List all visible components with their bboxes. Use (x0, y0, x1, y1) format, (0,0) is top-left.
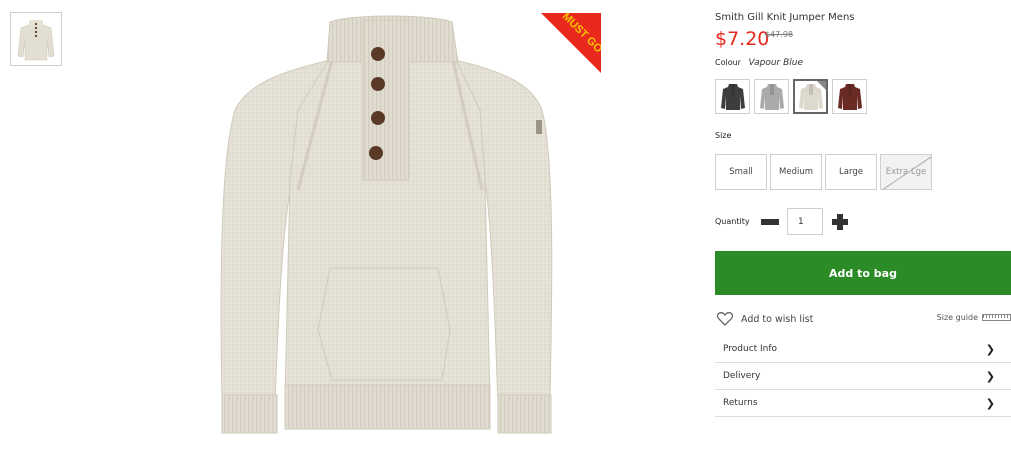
selected-corner-icon (817, 81, 826, 90)
quantity-increase-button[interactable] (832, 213, 848, 230)
add-to-wish-list[interactable]: Add to wish list (717, 312, 813, 326)
chevron-right-icon: ❯ (985, 369, 995, 383)
ruler-icon (982, 314, 1011, 321)
quantity-decrease-button[interactable] (761, 218, 779, 225)
product-thumbnail[interactable] (10, 12, 62, 66)
size-option-large[interactable]: Large (825, 154, 877, 190)
quantity-label: Quantity (715, 217, 750, 226)
size-option-medium[interactable]: Medium (770, 154, 822, 190)
colour-label: Colour (715, 58, 741, 67)
jumper-swatch-icon (837, 84, 862, 110)
size-options: Small Medium Large Extra Lge (715, 154, 932, 190)
quantity-input[interactable] (787, 208, 823, 235)
accordion-returns[interactable]: Returns ❯ (715, 390, 1011, 417)
must-go-badge: MUST GO (541, 13, 601, 73)
product-title: Smith Gill Knit Jumper Mens (715, 12, 855, 23)
size-guide-label: Size guide (936, 313, 978, 322)
colour-row: Colour Vapour Blue (715, 58, 803, 68)
size-option-small[interactable]: Small (715, 154, 767, 190)
colour-swatch-grey[interactable] (754, 79, 789, 114)
heart-icon (717, 312, 733, 326)
accordion-product-info[interactable]: Product Info ❯ (715, 336, 1011, 363)
product-price: $7.20 (715, 28, 770, 50)
accordion-label: Delivery (723, 371, 761, 381)
colour-swatch-cream[interactable] (793, 79, 828, 114)
chevron-right-icon: ❯ (985, 396, 995, 410)
add-to-bag-button[interactable]: Add to bag (715, 251, 1011, 295)
colour-swatches (715, 79, 867, 114)
jumper-thumbnail-image (17, 20, 55, 61)
size-guide-link[interactable]: Size guide (937, 313, 1011, 322)
accordion-delivery[interactable]: Delivery ❯ (715, 363, 1011, 390)
product-accordion: Product Info ❯ Delivery ❯ Returns ❯ (715, 336, 1011, 417)
size-option-extra-lge: Extra Lge (880, 154, 932, 190)
chevron-right-icon: ❯ (985, 342, 995, 356)
jumper-swatch-icon (759, 84, 784, 110)
selected-colour: Vapour Blue (748, 58, 804, 68)
quantity-row: Quantity (715, 208, 848, 235)
jumper-swatch-icon (720, 84, 745, 110)
original-price: $47.98 (765, 30, 793, 39)
colour-swatch-burgundy[interactable] (832, 79, 867, 114)
colour-swatch-charcoal[interactable] (715, 79, 750, 114)
accordion-label: Returns (723, 398, 758, 408)
wish-list-label: Add to wish list (741, 313, 814, 325)
accordion-label: Product Info (723, 344, 778, 354)
size-label: Size (715, 131, 732, 140)
